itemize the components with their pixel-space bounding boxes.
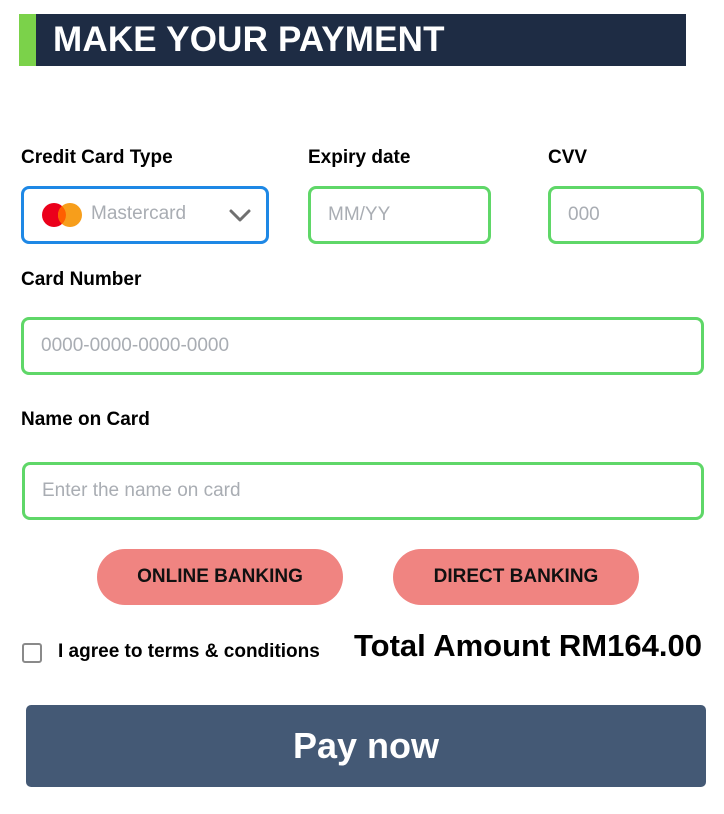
- online-banking-button[interactable]: ONLINE BANKING: [97, 549, 343, 605]
- page-title: MAKE YOUR PAYMENT: [53, 20, 445, 59]
- cvv-input[interactable]: [551, 204, 701, 226]
- name-on-card-field[interactable]: [22, 462, 704, 520]
- cvv-field[interactable]: [548, 186, 704, 244]
- pay-now-button[interactable]: Pay now: [26, 705, 706, 787]
- terms-checkbox[interactable]: [22, 643, 42, 663]
- cvv-label: CVV: [548, 147, 588, 168]
- card-type-select[interactable]: Mastercard: [21, 186, 269, 244]
- terms-label[interactable]: I agree to terms & conditions: [58, 641, 320, 663]
- card-number-input[interactable]: [24, 335, 701, 357]
- header-accent-bar: [19, 14, 36, 66]
- card-number-field[interactable]: [21, 317, 704, 375]
- name-on-card-input[interactable]: [25, 480, 701, 502]
- direct-banking-button[interactable]: DIRECT BANKING: [393, 549, 639, 605]
- page-header: MAKE YOUR PAYMENT: [19, 14, 686, 66]
- total-amount: Total Amount RM164.00: [354, 628, 702, 663]
- card-number-label: Card Number: [21, 269, 142, 290]
- card-type-label: Credit Card Type: [21, 147, 173, 168]
- name-on-card-label: Name on Card: [21, 409, 150, 430]
- expiry-input[interactable]: [311, 204, 488, 226]
- expiry-label: Expiry date: [308, 147, 411, 168]
- mastercard-icon: [42, 203, 82, 227]
- chevron-down-icon[interactable]: [228, 206, 252, 224]
- card-type-value: Mastercard: [91, 203, 187, 224]
- payment-page: MAKE YOUR PAYMENT Credit Card Type Expir…: [0, 0, 724, 814]
- expiry-field[interactable]: [308, 186, 491, 244]
